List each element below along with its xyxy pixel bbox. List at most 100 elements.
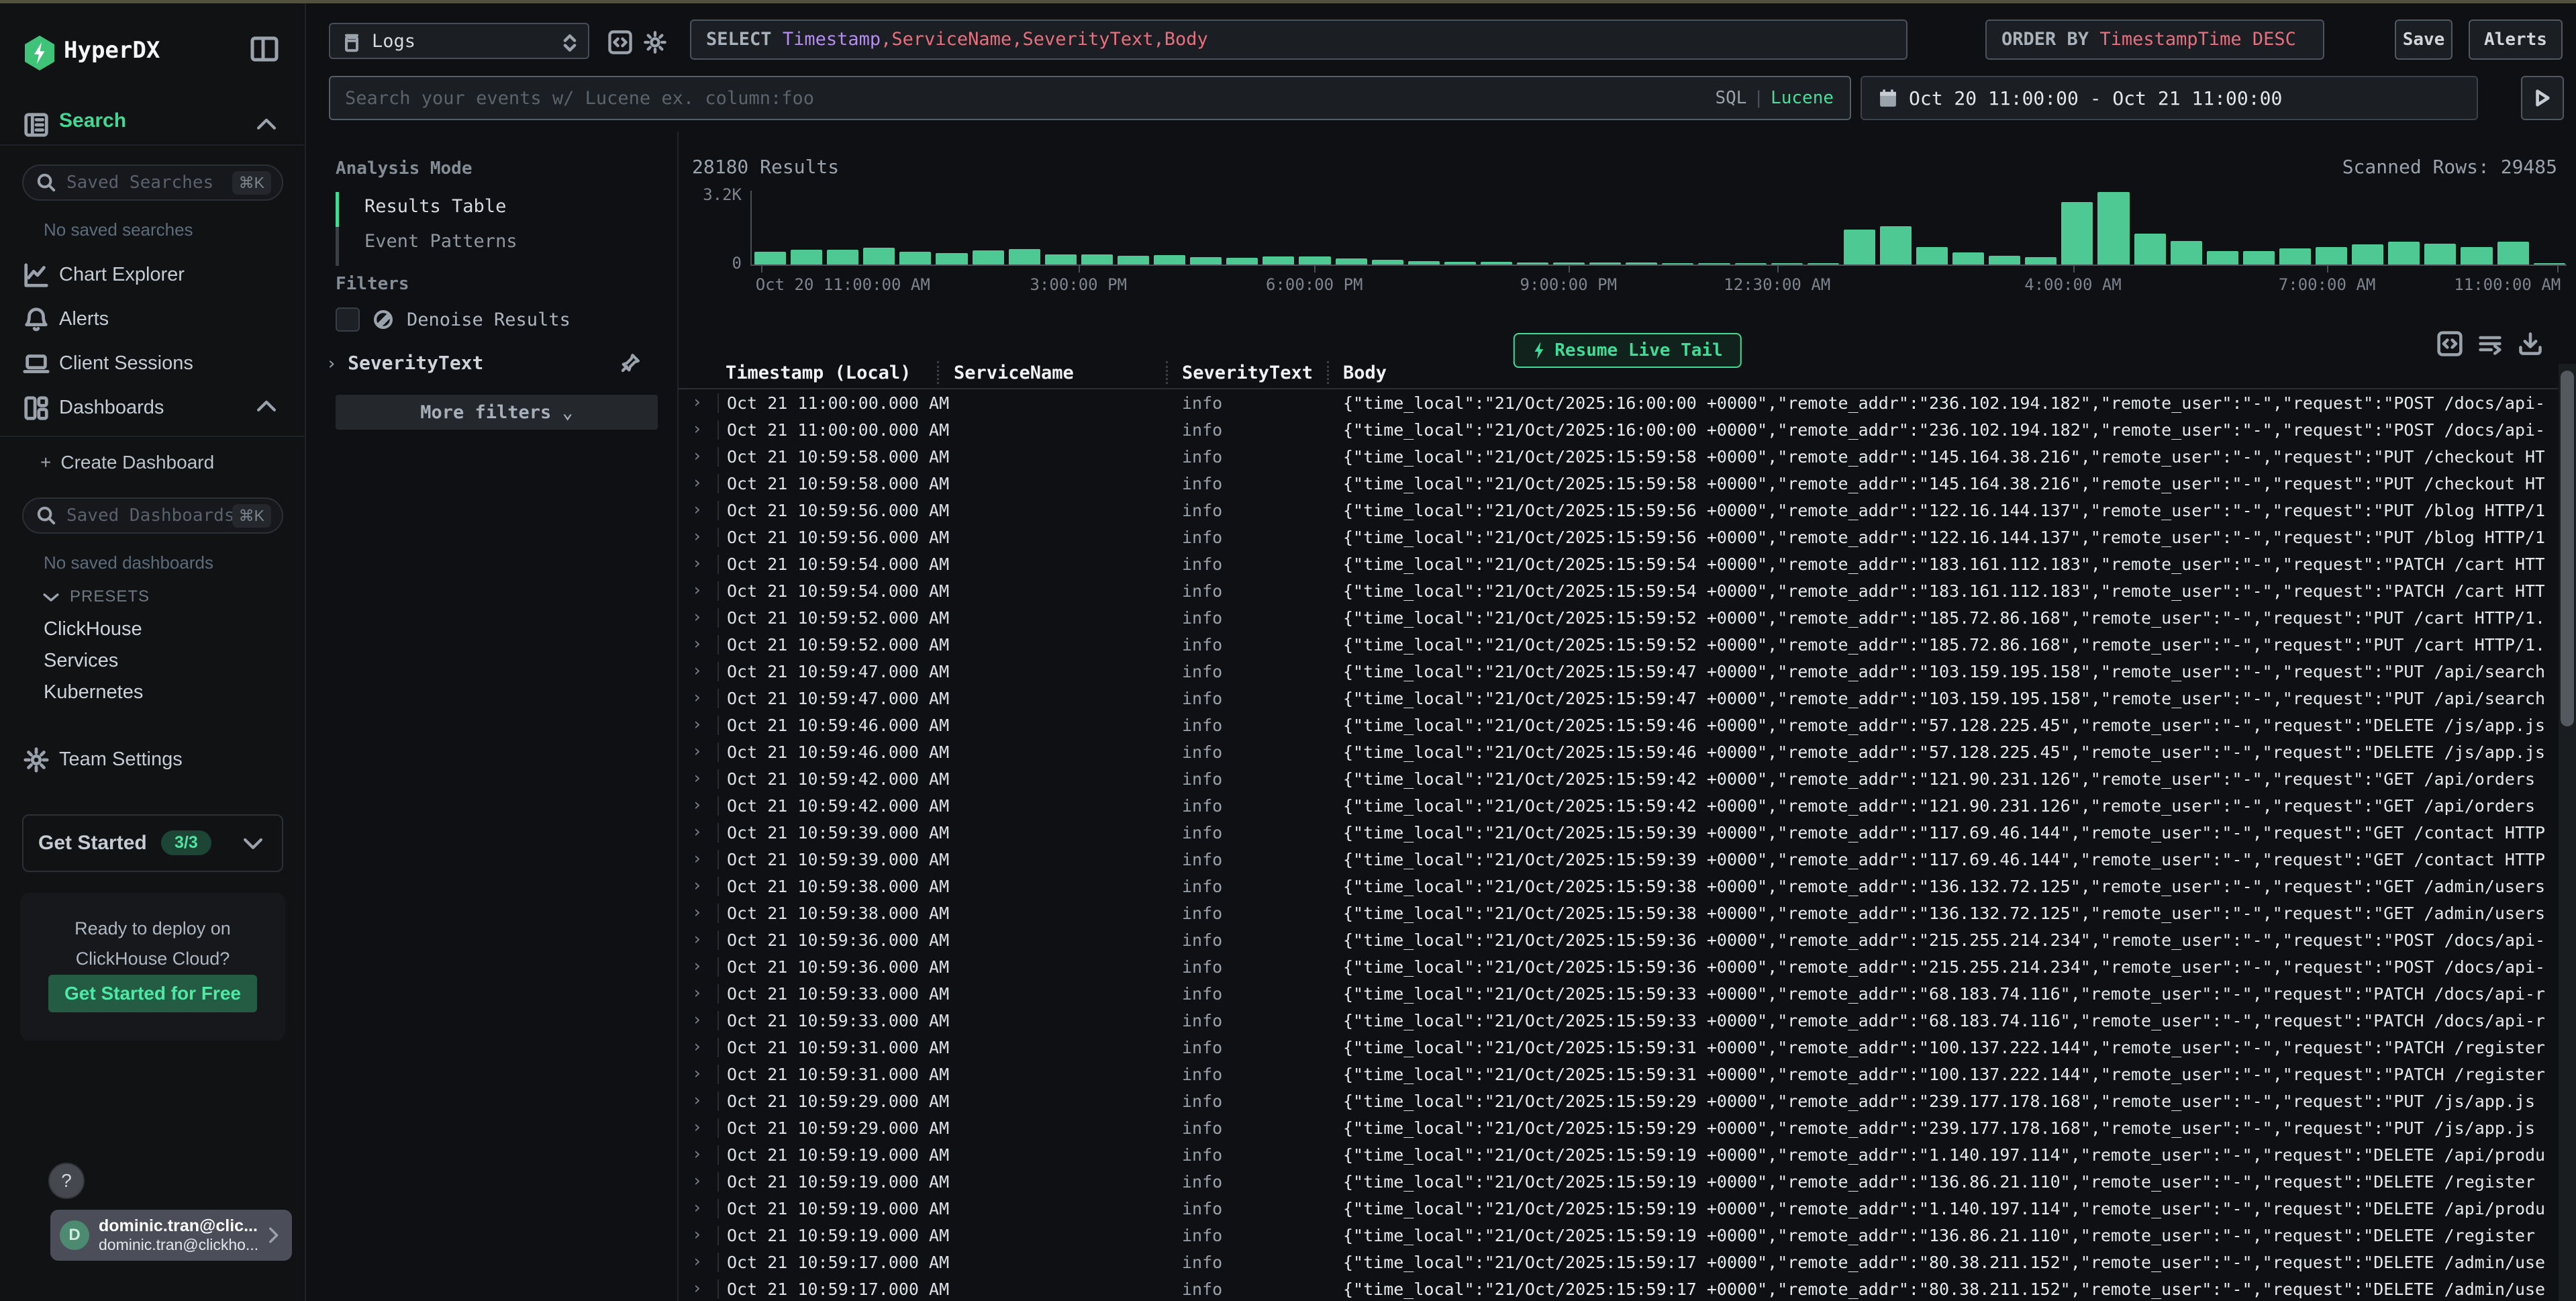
table-row[interactable]: ›Oct 21 10:59:54.000 AMinfo{"time_local"…: [679, 579, 2558, 606]
histogram-bar[interactable]: [1807, 263, 1839, 264]
table-row[interactable]: ›Oct 21 10:59:31.000 AMinfo{"time_local"…: [679, 1035, 2558, 1062]
table-row[interactable]: ›Oct 21 10:59:29.000 AMinfo{"time_local"…: [679, 1089, 2558, 1116]
table-row[interactable]: ›Oct 21 10:59:33.000 AMinfo{"time_local"…: [679, 981, 2558, 1008]
histogram-bar[interactable]: [2316, 247, 2347, 264]
col-body[interactable]: Body: [1343, 363, 1387, 383]
table-row[interactable]: ›Oct 21 10:59:58.000 AMinfo{"time_local"…: [679, 444, 2558, 471]
table-row[interactable]: ›Oct 21 10:59:47.000 AMinfo{"time_local"…: [679, 659, 2558, 686]
row-expand-icon[interactable]: ›: [692, 661, 702, 680]
user-menu[interactable]: D dominic.tran@clic... dominic.tran@clic…: [50, 1210, 292, 1261]
histogram-bar[interactable]: [1481, 262, 1512, 264]
row-expand-icon[interactable]: ›: [692, 1278, 702, 1298]
table-row[interactable]: ›Oct 21 10:59:33.000 AMinfo{"time_local"…: [679, 1008, 2558, 1035]
pin-icon[interactable]: [619, 352, 642, 375]
wrap-lines-icon[interactable]: [2477, 332, 2504, 356]
row-expand-icon[interactable]: ›: [692, 1144, 702, 1163]
histogram-bar[interactable]: [2461, 247, 2492, 264]
col-severitytext[interactable]: SeverityText: [1182, 363, 1313, 383]
histogram-bar[interactable]: [1553, 262, 1585, 264]
date-range-picker[interactable]: Oct 20 11:00:00 - Oct 21 11:00:00: [1861, 76, 2478, 120]
histogram-bar[interactable]: [2097, 192, 2129, 264]
column-resize-handle[interactable]: [937, 361, 939, 384]
row-expand-icon[interactable]: ›: [692, 741, 702, 761]
query-settings-gear-icon[interactable]: [642, 30, 668, 55]
histogram-bar[interactable]: [754, 252, 786, 264]
code-view-icon[interactable]: [607, 30, 633, 55]
histogram-bar[interactable]: [1408, 261, 1440, 265]
table-row[interactable]: ›Oct 21 10:59:36.000 AMinfo{"time_local"…: [679, 955, 2558, 981]
histogram-bar[interactable]: [1626, 262, 1657, 264]
row-expand-icon[interactable]: ›: [692, 1251, 702, 1271]
table-row[interactable]: ›Oct 21 10:59:58.000 AMinfo{"time_local"…: [679, 471, 2558, 498]
table-row[interactable]: ›Oct 21 10:59:19.000 AMinfo{"time_local"…: [679, 1143, 2558, 1169]
denoise-label[interactable]: Denoise Results: [407, 309, 571, 330]
row-expand-icon[interactable]: ›: [692, 446, 702, 465]
search-events-input[interactable]: Search your events w/ Lucene ex. column:…: [329, 76, 1851, 120]
histogram-bar[interactable]: [1880, 226, 1912, 264]
row-expand-icon[interactable]: ›: [692, 553, 702, 573]
scrollbar-thumb[interactable]: [2561, 371, 2574, 726]
histogram-bar[interactable]: [936, 253, 967, 264]
histogram-bar[interactable]: [1045, 254, 1077, 264]
denoise-checkbox[interactable]: [336, 307, 360, 332]
histogram-bar[interactable]: [2424, 244, 2456, 264]
histogram-bar[interactable]: [2279, 248, 2311, 264]
row-expand-icon[interactable]: ›: [692, 580, 702, 599]
histogram-bar[interactable]: [899, 252, 931, 264]
histogram-bar[interactable]: [1081, 254, 1113, 264]
row-expand-icon[interactable]: ›: [692, 956, 702, 975]
row-expand-icon[interactable]: ›: [692, 1198, 702, 1217]
histogram-bar[interactable]: [1589, 262, 1621, 264]
row-expand-icon[interactable]: ›: [692, 1037, 702, 1056]
sidebar-item-client-sessions[interactable]: Client Sessions: [0, 346, 305, 383]
histogram-bar[interactable]: [1372, 260, 1403, 264]
preset-services[interactable]: Services: [44, 650, 118, 672]
run-query-button[interactable]: [2521, 76, 2564, 120]
table-row[interactable]: ›Oct 21 10:59:19.000 AMinfo{"time_local"…: [679, 1196, 2558, 1223]
histogram-bar[interactable]: [2534, 263, 2565, 264]
saved-searches-input[interactable]: Saved Searches ⌘K: [22, 164, 283, 201]
table-row[interactable]: ›Oct 21 10:59:42.000 AMinfo{"time_local"…: [679, 793, 2558, 820]
histogram-bar[interactable]: [1771, 263, 1803, 264]
row-expand-icon[interactable]: ›: [692, 526, 702, 546]
table-row[interactable]: ›Oct 21 11:00:00.000 AMinfo{"time_local"…: [679, 391, 2558, 418]
histogram-bar[interactable]: [827, 250, 858, 264]
alerts-button[interactable]: Alerts: [2469, 19, 2563, 60]
row-expand-icon[interactable]: ›: [692, 1117, 702, 1137]
histogram-bar[interactable]: [1662, 263, 1693, 264]
sidebar-item-search[interactable]: Search: [0, 104, 305, 146]
table-row[interactable]: ›Oct 21 10:59:54.000 AMinfo{"time_local"…: [679, 552, 2558, 579]
histogram-bar[interactable]: [1698, 263, 1730, 264]
row-expand-icon[interactable]: ›: [692, 687, 702, 707]
sidebar-item-dashboards[interactable]: Dashboards: [0, 390, 305, 428]
row-expand-icon[interactable]: ›: [692, 822, 702, 841]
histogram-bar[interactable]: [2025, 257, 2057, 264]
preset-kubernetes[interactable]: Kubernetes: [44, 681, 143, 704]
histogram-bar[interactable]: [1735, 263, 1767, 264]
table-row[interactable]: ›Oct 21 10:59:56.000 AMinfo{"time_local"…: [679, 525, 2558, 552]
histogram-bar[interactable]: [2134, 234, 2166, 264]
column-resize-handle[interactable]: [1166, 361, 1168, 384]
sidebar-item-alerts[interactable]: Alerts: [0, 301, 305, 339]
row-expand-icon[interactable]: ›: [692, 1171, 702, 1190]
row-expand-icon[interactable]: ›: [692, 902, 702, 922]
mode-event-patterns[interactable]: Event Patterns: [364, 231, 517, 252]
histogram-bar[interactable]: [1952, 252, 1984, 264]
table-row[interactable]: ›Oct 21 10:59:29.000 AMinfo{"time_local"…: [679, 1116, 2558, 1143]
histogram-bar[interactable]: [1517, 262, 1548, 264]
row-expand-icon[interactable]: ›: [692, 607, 702, 626]
histogram-bar[interactable]: [791, 250, 822, 264]
row-expand-icon[interactable]: ›: [692, 473, 702, 492]
row-expand-settings-icon[interactable]: [2436, 330, 2463, 357]
row-expand-icon[interactable]: ›: [692, 795, 702, 814]
source-select[interactable]: Logs: [329, 23, 589, 59]
table-row[interactable]: ›Oct 21 10:59:19.000 AMinfo{"time_local"…: [679, 1169, 2558, 1196]
preset-clickhouse[interactable]: ClickHouse: [44, 618, 142, 640]
histogram-bar[interactable]: [2171, 241, 2202, 264]
select-clause-input[interactable]: SELECT Timestamp,ServiceName,SeverityTex…: [690, 19, 1908, 60]
row-expand-icon[interactable]: ›: [692, 929, 702, 949]
sql-option[interactable]: SQL: [1715, 88, 1746, 108]
row-expand-icon[interactable]: ›: [692, 1090, 702, 1110]
mode-results-table[interactable]: Results Table: [364, 196, 506, 217]
row-expand-icon[interactable]: ›: [692, 392, 702, 412]
